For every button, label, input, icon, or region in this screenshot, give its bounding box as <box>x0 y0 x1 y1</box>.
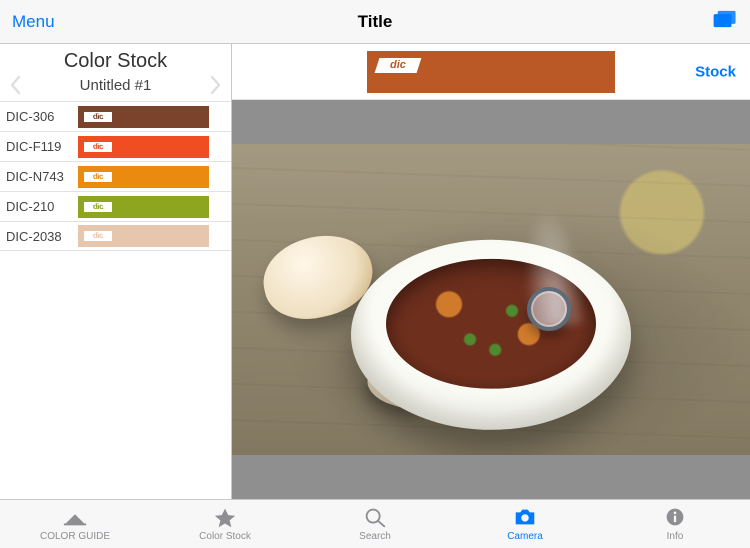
swatch-label: DIC-2038 <box>6 229 78 244</box>
dic-logo-icon <box>84 172 112 182</box>
swatch-row[interactable]: DIC-2038 <box>0 221 231 251</box>
swatch-label: DIC-210 <box>6 199 78 214</box>
detail-pane: Stock <box>232 44 750 499</box>
dic-logo-icon <box>375 58 422 73</box>
swatch-row[interactable]: DIC-306 <box>0 101 231 131</box>
swatch-label: DIC-N743 <box>6 169 78 184</box>
tab-search[interactable]: Search <box>300 500 450 548</box>
color-loupe[interactable] <box>527 287 571 331</box>
palette-name: Untitled #1 <box>22 77 209 94</box>
menu-button[interactable]: Menu <box>12 12 92 32</box>
photo-area[interactable] <box>232 100 750 499</box>
page-title: Title <box>92 12 658 32</box>
selected-color-chip[interactable] <box>367 51 615 93</box>
swatch-label: DIC-306 <box>6 109 78 124</box>
tab-color-guide[interactable]: COLOR GUIDE <box>0 500 150 548</box>
swatch-row[interactable]: DIC-F119 <box>0 131 231 161</box>
photo-prop <box>351 240 631 430</box>
palette-pager: Untitled #1 <box>0 75 231 101</box>
photos-button[interactable] <box>658 8 738 35</box>
tab-camera[interactable]: Camera <box>450 500 600 548</box>
chevron-left-icon[interactable] <box>8 75 22 95</box>
info-icon <box>662 506 688 531</box>
sidebar-title: Color Stock <box>0 44 231 75</box>
swatch-row[interactable]: DIC-210 <box>0 191 231 221</box>
color-guide-icon <box>62 506 88 531</box>
search-icon <box>362 506 388 531</box>
tab-label: COLOR GUIDE <box>40 532 110 542</box>
photo <box>232 144 750 455</box>
photos-icon <box>712 8 738 30</box>
swatch-chip <box>78 225 209 247</box>
color-stock-icon <box>212 506 238 531</box>
dic-logo-icon <box>84 112 112 122</box>
camera-icon <box>512 506 538 531</box>
chevron-right-icon[interactable] <box>209 75 223 95</box>
swatch-row[interactable]: DIC-N743 <box>0 161 231 191</box>
navbar: Menu Title <box>0 0 750 44</box>
tab-info[interactable]: Info <box>600 500 750 548</box>
swatch-chip <box>78 166 209 188</box>
dic-logo-icon <box>84 202 112 212</box>
dic-logo-icon <box>84 231 112 241</box>
swatch-list: DIC-306 DIC-F119 DIC-N743 DIC-210 DIC-2038 <box>0 101 231 251</box>
tabbar: COLOR GUIDE Color Stock Search Camera Info <box>0 499 750 548</box>
tab-label: Color Stock <box>199 532 251 542</box>
swatch-chip <box>78 106 209 128</box>
tab-label: Search <box>359 532 391 542</box>
tab-color-stock[interactable]: Color Stock <box>150 500 300 548</box>
content: Color Stock Untitled #1 DIC-306DIC-F119D… <box>0 44 750 499</box>
sidebar: Color Stock Untitled #1 DIC-306DIC-F119D… <box>0 44 232 499</box>
detail-header: Stock <box>232 44 750 100</box>
swatch-label: DIC-F119 <box>6 139 78 154</box>
dic-logo-icon <box>84 142 112 152</box>
stock-button[interactable]: Stock <box>695 63 736 80</box>
swatch-chip <box>78 196 209 218</box>
swatch-chip <box>78 136 209 158</box>
tab-label: Info <box>667 532 684 542</box>
tab-label: Camera <box>507 532 543 542</box>
